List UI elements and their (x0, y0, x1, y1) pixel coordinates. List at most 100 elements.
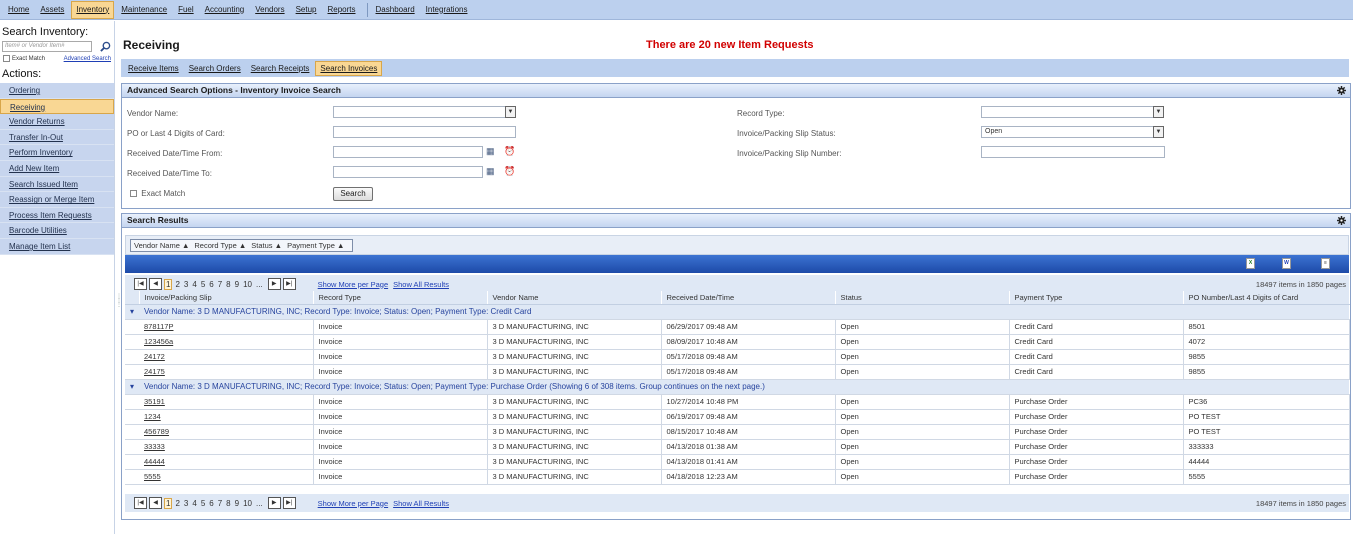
gear-icon[interactable] (1337, 216, 1346, 225)
prev-page-button[interactable]: ◀ (149, 278, 162, 290)
po-digits-input[interactable] (333, 126, 516, 138)
exact-match-checkbox[interactable] (130, 190, 137, 198)
page-number[interactable]: 1 (164, 278, 173, 290)
gear-icon[interactable] (1337, 86, 1346, 95)
slip-status-select[interactable]: Open ▼ (981, 126, 1164, 138)
page-number[interactable]: 10 (242, 280, 253, 289)
slip-number-input[interactable] (981, 146, 1165, 158)
nav-accounting[interactable]: Accounting (201, 2, 249, 18)
chevron-down-icon[interactable]: ▼ (1153, 126, 1164, 138)
page-number[interactable]: 10 (242, 499, 253, 508)
group-row[interactable]: ▾ Vendor Name: 3 D MANUFACTURING, INC; Re… (125, 379, 1349, 395)
page-number[interactable]: 8 (225, 280, 231, 289)
group-chip-2[interactable]: Status ▲ (251, 241, 282, 250)
invoice-link[interactable]: 5555 (139, 469, 314, 485)
invoice-link[interactable]: 1234 (139, 409, 314, 425)
page-number[interactable]: 6 (208, 499, 214, 508)
next-page-button[interactable]: ▶ (267, 278, 281, 290)
chevron-down-icon[interactable]: ▼ (1153, 106, 1164, 118)
page-number[interactable]: 3 (183, 280, 189, 289)
action-search-issued-item[interactable]: Search Issued Item (0, 177, 114, 193)
tab-search-invoices[interactable]: Search Invoices (315, 60, 383, 76)
invoice-link[interactable]: 44444 (139, 454, 314, 470)
page-number[interactable]: 2 (174, 280, 180, 289)
column-header-status[interactable]: Status (835, 291, 1010, 305)
tab-search-orders[interactable]: Search Orders (185, 62, 245, 75)
page-number[interactable]: 2 (174, 499, 180, 508)
page-number[interactable]: 8 (225, 499, 231, 508)
invoice-link[interactable]: 33333 (139, 439, 314, 455)
exact-match-row[interactable]: Exact Match (130, 189, 185, 198)
group-by-chips[interactable]: Vendor Name ▲ Record Type ▲ Status ▲ Paymen… (130, 239, 354, 252)
page-number[interactable]: ... (255, 499, 264, 508)
column-header-po-number-last-4-digits-of-card[interactable]: PO Number/Last 4 Digits of Card (1183, 291, 1350, 305)
page-number[interactable]: ... (255, 280, 264, 289)
page-number[interactable]: 4 (191, 499, 197, 508)
column-header-received-date-time[interactable]: Received Date/Time (661, 291, 836, 305)
nav-maintenance[interactable]: Maintenance (117, 2, 171, 18)
last-page-button[interactable]: ▶| (282, 497, 296, 509)
nav-assets[interactable]: Assets (36, 2, 68, 18)
action-receiving[interactable]: Receiving (0, 98, 114, 115)
page-number[interactable]: 5 (200, 280, 206, 289)
vendor-name-select[interactable]: ▼ (333, 106, 516, 118)
exact-match-checkbox[interactable] (3, 55, 10, 62)
clock-icon[interactable]: ⏰ (504, 146, 515, 156)
column-header-payment-type[interactable]: Payment Type (1009, 291, 1184, 305)
calendar-icon[interactable]: ▦ (486, 146, 495, 156)
invoice-link[interactable]: 24172 (139, 349, 314, 365)
invoice-link[interactable]: 456789 (139, 424, 314, 440)
page-number[interactable]: 9 (234, 280, 240, 289)
action-manage-item-list[interactable]: Manage Item List (0, 239, 114, 255)
nav-reports[interactable]: Reports (324, 2, 360, 18)
action-vendor-returns[interactable]: Vendor Returns (0, 114, 114, 130)
received-from-input[interactable] (333, 146, 483, 158)
show-more-link[interactable]: Show More per Page (318, 280, 388, 289)
page-number[interactable]: 5 (200, 499, 206, 508)
clock-icon[interactable]: ⏰ (504, 166, 515, 176)
record-type-select[interactable]: ▼ (981, 106, 1164, 118)
action-reassign-or-merge-item[interactable]: Reassign or Merge Item (0, 192, 114, 208)
page-number[interactable]: 4 (191, 280, 197, 289)
first-page-button[interactable]: |◀ (134, 278, 147, 290)
calendar-icon[interactable]: ▦ (486, 166, 495, 176)
nav-home[interactable]: Home (4, 2, 33, 18)
nav-dashboard[interactable]: Dashboard (372, 2, 419, 18)
page-number[interactable]: 9 (234, 499, 240, 508)
column-header-vendor-name[interactable]: Vendor Name (487, 291, 662, 305)
collapse-icon[interactable]: ▾ (125, 379, 139, 395)
received-to-input[interactable] (333, 166, 483, 178)
column-header-record-type[interactable]: Record Type (313, 291, 488, 305)
group-row[interactable]: ▾ Vendor Name: 3 D MANUFACTURING, INC; Re… (125, 304, 1349, 320)
invoice-link[interactable]: 24175 (139, 364, 314, 380)
first-page-button[interactable]: |◀ (134, 497, 147, 509)
nav-integrations[interactable]: Integrations (422, 2, 472, 18)
nav-vendors[interactable]: Vendors (251, 2, 288, 18)
last-page-button[interactable]: ▶| (282, 278, 296, 290)
nav-inventory[interactable]: Inventory (71, 0, 115, 19)
action-perform-inventory[interactable]: Perform Inventory (0, 145, 114, 162)
page-number[interactable]: 1 (164, 497, 173, 509)
exact-match-checkbox-row[interactable]: Exact Match (3, 55, 45, 62)
invoice-link[interactable]: 878117P (139, 319, 314, 335)
csv-export-icon[interactable]: ≡ (1321, 258, 1330, 269)
group-chip-1[interactable]: Record Type ▲ (194, 241, 246, 250)
nav-setup[interactable]: Setup (292, 2, 321, 18)
show-more-link[interactable]: Show More per Page (318, 499, 388, 508)
invoice-link[interactable]: 123456a (139, 334, 314, 350)
action-process-item-requests[interactable]: Process Item Requests (0, 208, 114, 224)
page-number[interactable]: 7 (217, 280, 223, 289)
inventory-search-input[interactable]: Item# or Vendor Item# (2, 41, 92, 52)
excel-export-icon[interactable]: X (1246, 258, 1255, 269)
column-header-invoice-packing-slip[interactable]: Invoice/Packing Slip (139, 291, 314, 305)
chevron-down-icon[interactable]: ▼ (505, 106, 516, 118)
word-export-icon[interactable]: W (1282, 258, 1291, 269)
next-page-button[interactable]: ▶ (267, 497, 281, 509)
search-button[interactable]: Search (333, 187, 373, 201)
advanced-search-link[interactable]: Advanced Search (64, 56, 111, 62)
show-all-link[interactable]: Show All Results (393, 499, 449, 508)
search-icon[interactable] (100, 41, 111, 52)
tab-search-receipts[interactable]: Search Receipts (247, 62, 314, 75)
show-all-link[interactable]: Show All Results (393, 280, 449, 289)
tab-receive-items[interactable]: Receive Items (124, 62, 183, 75)
